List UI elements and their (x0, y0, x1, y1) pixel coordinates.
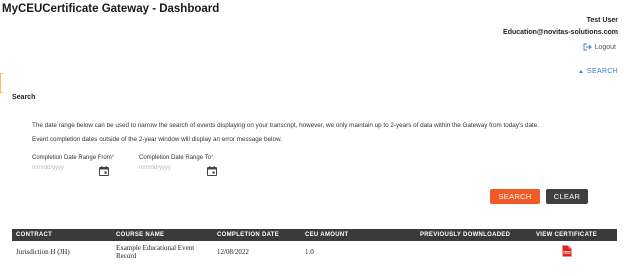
table-row: Jurisdiction H (JH) Example Educational … (12, 241, 617, 263)
date-to-input[interactable] (139, 165, 199, 171)
table-header-row: CONTRACT COURSE NAME COMPLETION DATE CEU… (12, 229, 617, 241)
calendar-icon[interactable] (207, 163, 217, 181)
date-to-label: Completion Date Range To* (139, 155, 213, 161)
search-description-line1: The date range below can be used to narr… (32, 122, 539, 129)
user-name: Test User (586, 17, 618, 24)
caret-up-icon (579, 70, 584, 73)
pdf-icon[interactable] (562, 245, 572, 259)
date-from-label: Completion Date Range From* (32, 155, 114, 161)
column-header-contract[interactable]: CONTRACT (12, 229, 112, 241)
search-description-line2: Event completion dates outside of the 2-… (32, 136, 282, 143)
required-mark: * (210, 155, 214, 161)
side-tab-marker[interactable] (0, 73, 3, 93)
search-toggle[interactable]: SEARCH (579, 68, 618, 75)
clear-button[interactable]: CLEAR (546, 189, 588, 204)
date-from-input[interactable] (32, 165, 92, 171)
results-table: CONTRACT COURSE NAME COMPLETION DATE CEU… (12, 229, 617, 263)
column-header-ceu-amount[interactable]: CEU AMOUNT (301, 229, 416, 241)
user-email: Education@novitas-solutions.com (503, 29, 618, 36)
cell-course-name: Example Educational Event Record (116, 244, 195, 260)
search-section-label: Search (12, 94, 36, 101)
calendar-icon[interactable] (99, 163, 109, 181)
column-header-previously-downloaded[interactable]: PREVIOUSLY DOWNLOADED (416, 229, 532, 241)
page-title: MyCEUCertificate Gateway - Dashboard (2, 3, 220, 15)
date-to-label-text: Completion Date Range To (139, 155, 211, 161)
cell-view-certificate (532, 241, 617, 263)
cell-completion-date: 12/08/2022 (217, 248, 249, 256)
search-button[interactable]: SEARCH (490, 189, 540, 204)
date-from-label-text: Completion Date Range From (32, 155, 112, 161)
logout-icon (583, 43, 592, 51)
column-header-completion-date[interactable]: COMPLETION DATE (213, 229, 301, 241)
cell-contract: Jurisdiction H (JH) (16, 248, 70, 256)
column-header-view-certificate[interactable]: VIEW CERTIFICATE (532, 229, 617, 241)
logout-label: Logout (594, 43, 616, 51)
column-header-course-name[interactable]: COURSE NAME (112, 229, 213, 241)
search-toggle-label: SEARCH (587, 68, 618, 75)
required-mark: * (111, 155, 115, 161)
cell-previously-downloaded (416, 241, 532, 263)
logout-button[interactable]: Logout (583, 43, 616, 51)
cell-ceu-amount: 1.0 (305, 248, 314, 256)
